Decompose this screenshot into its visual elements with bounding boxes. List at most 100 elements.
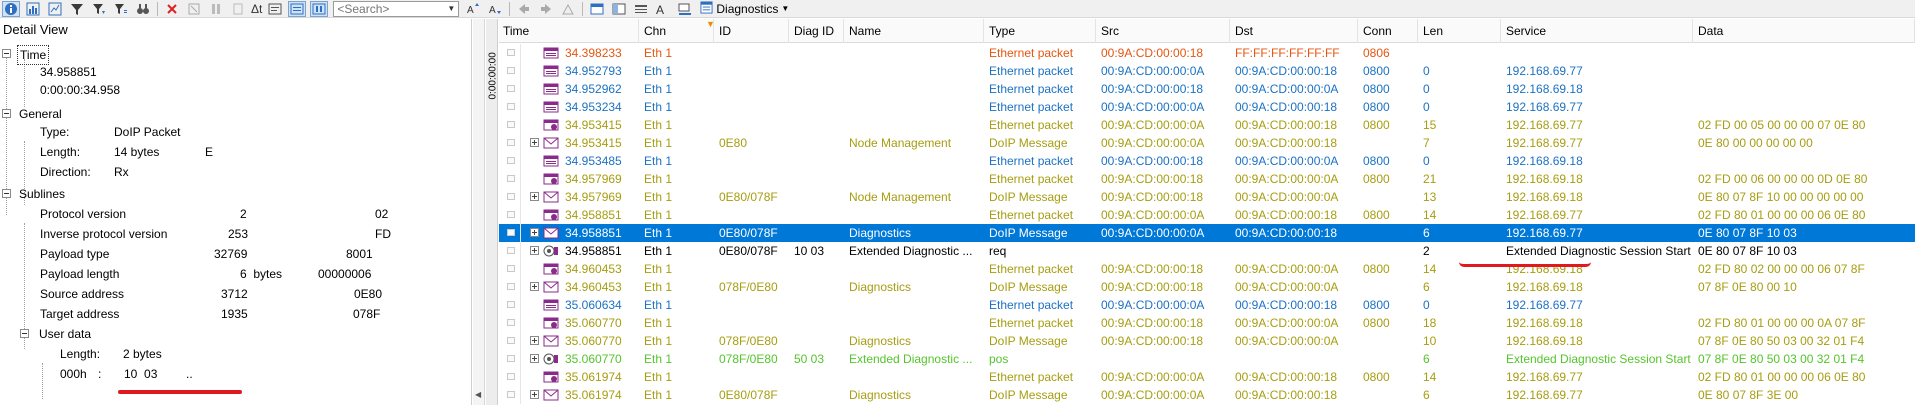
chevron-down-icon[interactable]: ▼ (444, 4, 458, 13)
expand-icon[interactable] (530, 138, 539, 147)
row-header[interactable] (499, 170, 521, 188)
filter-icon[interactable] (68, 1, 86, 17)
cell-name (847, 260, 983, 278)
trace-row[interactable]: 35.060634 Eth 1 Ethernet packet 00:9A:CD:00… (499, 296, 1915, 314)
trace-row[interactable]: 34.398233 Eth 1 Ethernet packet 00:9A:CD:00… (499, 44, 1915, 62)
trace-row[interactable]: 34.953485 Eth 1 Ethernet packet 00:9A:CD:00… (499, 152, 1915, 170)
expand-icon[interactable] (530, 246, 539, 255)
fixed-position-icon[interactable] (310, 0, 329, 17)
trace-row[interactable]: 34.952962 Eth 1 Ethernet packet 00:9A:CD:00… (499, 80, 1915, 98)
row-header[interactable] (499, 368, 521, 386)
trace-row[interactable]: 34.957969 Eth 1 0E80/078F Node Management Do… (499, 188, 1915, 206)
pause-icon[interactable] (207, 1, 225, 17)
collapse-icon[interactable] (20, 329, 29, 338)
column-filter-icon[interactable]: ▼ (706, 19, 715, 29)
arrow-right-icon[interactable] (537, 1, 555, 17)
row-header[interactable] (499, 260, 521, 278)
trace-row[interactable]: 35.061974 Eth 1 0E80/078F Diagnostics DoIP M… (499, 386, 1915, 404)
subline-row: Payload type 32769 8001 (40, 245, 470, 263)
view-dropdown[interactable]: Diagnostics ▼ (696, 0, 793, 17)
find-previous-icon[interactable]: A (464, 1, 482, 17)
column-header-id[interactable]: ID (714, 19, 789, 43)
trace-row[interactable]: 34.958851 Eth 1 0E80/078F 10 03 Extended Dia… (499, 242, 1915, 260)
expand-icon[interactable] (530, 282, 539, 291)
row-header[interactable] (499, 62, 521, 80)
marker-icon[interactable] (559, 1, 577, 17)
clear-icon[interactable] (163, 1, 181, 17)
expand-icon[interactable] (530, 354, 539, 363)
column-header-type[interactable]: Type (984, 19, 1096, 43)
row-header[interactable] (499, 242, 521, 260)
search-combobox[interactable]: ▼ (333, 0, 460, 17)
trace-row[interactable]: 34.958851 Eth 1 Ethernet packet 00:9A:CD:00… (499, 206, 1915, 224)
chronological-mode-icon[interactable] (288, 0, 307, 17)
color-icon[interactable] (676, 1, 694, 17)
row-header[interactable] (499, 44, 521, 62)
column-header-diag-id[interactable]: Diag ID (789, 19, 844, 43)
freeze-icon[interactable] (229, 1, 247, 17)
column-header-conn[interactable]: Conn (1358, 19, 1418, 43)
trace-row[interactable]: 35.060770 Eth 1 078F/0E80 50 03 Extended Dia… (499, 350, 1915, 368)
row-header[interactable] (499, 386, 521, 404)
row-header[interactable] (499, 224, 521, 242)
row-header[interactable] (499, 152, 521, 170)
trace-row-selected[interactable]: 34.958851 Eth 1 0E80/078F Diagnostics DoIP M… (499, 224, 1915, 242)
statistics-icon[interactable] (46, 1, 64, 17)
collapse-icon[interactable] (2, 49, 11, 58)
font-icon[interactable]: A (654, 1, 672, 17)
collapse-icon[interactable] (2, 109, 11, 118)
row-header[interactable] (499, 278, 521, 296)
window-icon[interactable] (588, 1, 606, 17)
filter-down-icon[interactable] (90, 1, 108, 17)
cell-len: 6 (1423, 280, 1430, 294)
column-header-chn[interactable]: Chn (639, 19, 714, 43)
erase-icon[interactable] (185, 1, 203, 17)
delta-time-button[interactable]: Δt (249, 2, 264, 16)
trace-row[interactable]: 35.061974 Eth 1 Ethernet packet 00:9A:CD:00… (499, 368, 1915, 386)
row-header[interactable] (499, 314, 521, 332)
column-header-dst[interactable]: Dst (1230, 19, 1358, 43)
row-header[interactable] (499, 80, 521, 98)
expand-icon[interactable] (530, 336, 539, 345)
column-header-len[interactable]: Len (1418, 19, 1501, 43)
collapse-icon[interactable] (2, 189, 11, 198)
row-header[interactable] (499, 188, 521, 206)
column-header-src[interactable]: Src (1096, 19, 1230, 43)
binoculars-icon[interactable] (134, 1, 152, 17)
expand-icon[interactable] (530, 192, 539, 201)
row-header[interactable] (499, 350, 521, 368)
absolute-time-icon[interactable] (266, 1, 284, 17)
expand-icon[interactable] (530, 390, 539, 399)
trace-row[interactable]: 35.060770 Eth 1 078F/0E80 Diagnostics DoIP M… (499, 332, 1915, 350)
trace-row[interactable]: 34.952793 Eth 1 Ethernet packet 00:9A:CD:00… (499, 62, 1915, 80)
row-header[interactable] (499, 134, 521, 152)
trace-row[interactable]: 34.953415 Eth 1 Ethernet packet 00:9A:CD:00… (499, 116, 1915, 134)
column-header-time[interactable]: Time (499, 19, 639, 43)
trace-row[interactable]: 35.060770 Eth 1 Ethernet packet 00:9A:CD:00… (499, 314, 1915, 332)
trace-row[interactable]: 34.960453 Eth 1 Ethernet packet 00:9A:CD:00… (499, 260, 1915, 278)
filter-list-icon[interactable] (112, 1, 130, 17)
trace-row[interactable]: 34.953234 Eth 1 Ethernet packet 00:9A:CD:00… (499, 98, 1915, 116)
arrow-left-icon[interactable] (515, 1, 533, 17)
layout-icon[interactable] (610, 1, 628, 17)
search-input[interactable] (334, 1, 445, 16)
expand-icon[interactable] (530, 228, 539, 237)
pane-splitter[interactable]: ◀ (473, 19, 485, 405)
column-header-service[interactable]: Service (1501, 19, 1693, 43)
row-header[interactable] (499, 98, 521, 116)
cell-len: 14 (1423, 208, 1437, 222)
row-header[interactable] (499, 296, 521, 314)
info-icon[interactable] (2, 0, 20, 17)
column-header-name[interactable]: Name (844, 19, 984, 43)
trace-row[interactable]: 34.960453 Eth 1 078F/0E80 Diagnostics DoIP M… (499, 278, 1915, 296)
columns-icon[interactable] (632, 1, 650, 17)
chevron-left-icon[interactable]: ◀ (475, 390, 481, 399)
trace-row[interactable]: 34.953415 Eth 1 0E80 Node Management DoIP Me… (499, 134, 1915, 152)
trace-row[interactable]: 34.957969 Eth 1 Ethernet packet 00:9A:CD:00… (499, 170, 1915, 188)
chart-icon[interactable] (24, 1, 42, 17)
row-header[interactable] (499, 116, 521, 134)
row-header[interactable] (499, 206, 521, 224)
find-next-icon[interactable]: A (486, 1, 504, 17)
row-header[interactable] (499, 332, 521, 350)
column-header-data[interactable]: Data (1693, 19, 1915, 43)
